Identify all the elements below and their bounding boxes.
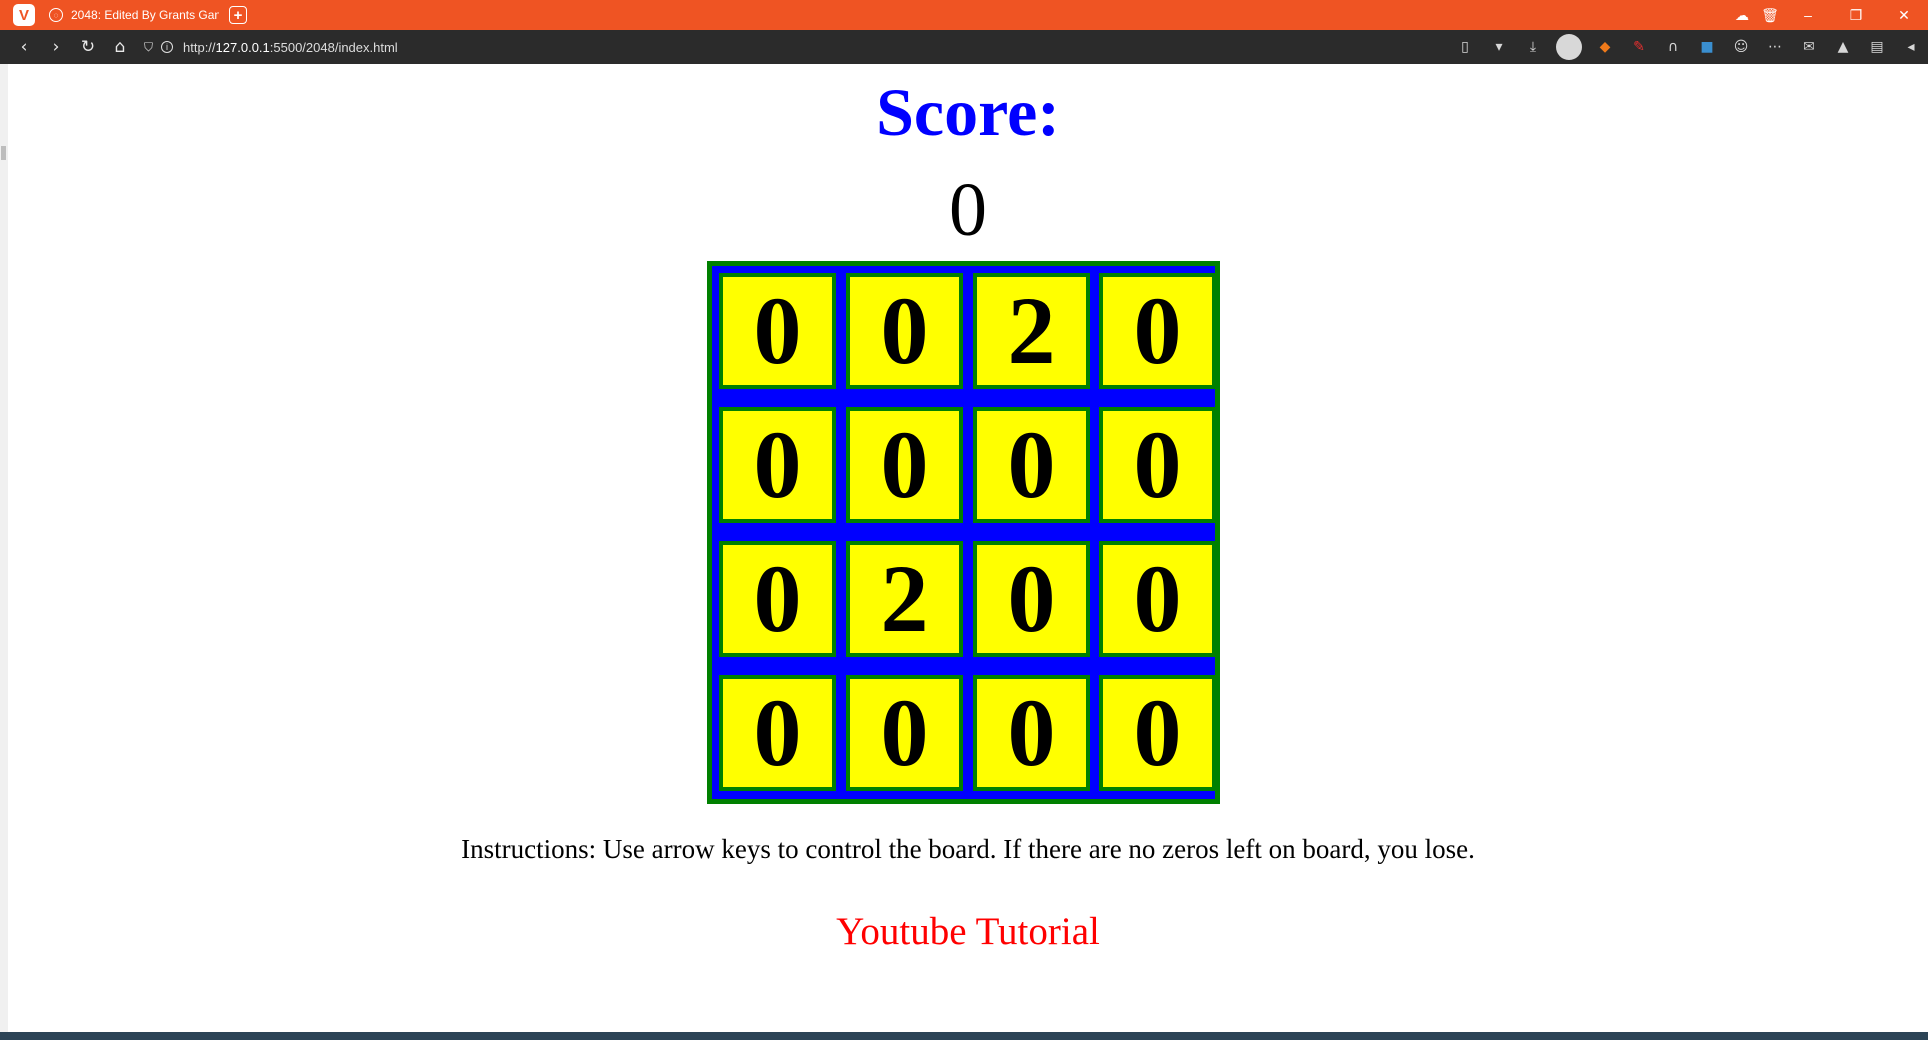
window-controls: ☁ 🗑 – ❐ ✕ <box>1728 0 1928 30</box>
more-extension-icon[interactable]: ⋯ <box>1758 39 1792 55</box>
tab-title: 2048: Edited By Grants Gan <box>71 8 219 22</box>
board-tile: 0 <box>846 675 963 791</box>
board-tile: 0 <box>719 407 836 523</box>
badge-extension-icon[interactable]: ■ <box>1690 39 1724 55</box>
board-tile: 0 <box>1099 407 1216 523</box>
minimize-button[interactable]: – <box>1784 7 1832 23</box>
trash-icon[interactable]: 🗑 <box>1756 7 1784 24</box>
board-tile: 0 <box>1099 273 1216 389</box>
board-tile: 0 <box>846 273 963 389</box>
page-content: Score: 0 0020000002000000 Instructions: … <box>8 64 1928 1032</box>
hat-extension-icon[interactable]: ▲ <box>1826 39 1860 55</box>
scrollbar-thumb[interactable] <box>1 146 6 160</box>
board-tile: 0 <box>973 675 1090 791</box>
board-tile: 0 <box>973 407 1090 523</box>
url-path: :5500/2048/index.html <box>269 39 398 55</box>
board-tile: 0 <box>719 273 836 389</box>
score-label: Score: <box>876 74 1060 150</box>
home-icon[interactable]: ⌂ <box>104 37 136 57</box>
close-window-button[interactable]: ✕ <box>1880 7 1928 24</box>
git-extension-icon[interactable]: ◆ <box>1588 39 1622 55</box>
restore-button[interactable]: ❐ <box>1832 7 1880 24</box>
face-extension-icon[interactable]: ☺ <box>1724 39 1758 55</box>
browser-titlebar: V ◌ 2048: Edited By Grants Gan + ☁ 🗑 – ❐… <box>0 0 1928 30</box>
vivaldi-logo-icon[interactable]: V <box>13 4 35 26</box>
toolbar-extensions: ▯ ▾ ⤓ ◆ ✎ ∩ ■ ☺ ⋯ ✉ ▲ ▤ ◂ <box>1448 30 1928 64</box>
board-tile: 0 <box>719 541 836 657</box>
reload-icon[interactable]: ↻ <box>72 37 104 57</box>
tab-favicon-icon: ◌ <box>49 8 63 22</box>
score-value: 0 <box>949 168 987 252</box>
board-tile: 0 <box>846 407 963 523</box>
new-tab-button[interactable]: + <box>229 6 247 24</box>
back-icon[interactable]: ‹ <box>8 37 40 57</box>
youtube-tutorial-link[interactable]: Youtube Tutorial <box>8 912 1928 951</box>
sidebar-toggle-icon[interactable]: ◂ <box>1894 39 1928 55</box>
scrollbar[interactable] <box>0 64 8 1032</box>
bookmark-icon[interactable]: ▯ <box>1448 39 1482 55</box>
printer-extension-icon[interactable]: ▤ <box>1860 39 1894 55</box>
browser-navbar: ‹ › ↻ ⌂ ⛉ i http://127.0.0.1:5500/2048/i… <box>0 30 1928 64</box>
board-tile: 0 <box>1099 541 1216 657</box>
taskbar-strip <box>0 1032 1928 1040</box>
url-prefix: http:// <box>183 39 216 55</box>
mail-extension-icon[interactable]: ✉ <box>1792 39 1826 55</box>
instructions-text: Instructions: Use arrow keys to control … <box>461 834 1475 864</box>
board-tile: 2 <box>973 273 1090 389</box>
cloud-sync-icon[interactable]: ☁ <box>1728 7 1756 24</box>
address-bar[interactable]: ⛉ i http://127.0.0.1:5500/2048/index.htm… <box>144 34 398 60</box>
profile-avatar[interactable] <box>1556 34 1582 60</box>
url-host: 127.0.0.1 <box>215 39 270 55</box>
dropdown-icon[interactable]: ▾ <box>1482 39 1516 55</box>
board-tile: 0 <box>1099 675 1216 791</box>
board-tile: 2 <box>846 541 963 657</box>
board-tile: 0 <box>973 541 1090 657</box>
pen-extension-icon[interactable]: ✎ <box>1622 39 1656 55</box>
game-board: 0020000002000000 <box>707 261 1220 804</box>
forward-icon[interactable]: › <box>40 37 72 57</box>
download-icon[interactable]: ⤓ <box>1516 39 1550 55</box>
shield-icon: ⛉ <box>144 39 154 54</box>
headphones-extension-icon[interactable]: ∩ <box>1656 39 1690 55</box>
board-tile: 0 <box>719 675 836 791</box>
browser-tab[interactable]: ◌ 2048: Edited By Grants Gan <box>49 0 219 30</box>
info-icon[interactable]: i <box>161 41 174 53</box>
